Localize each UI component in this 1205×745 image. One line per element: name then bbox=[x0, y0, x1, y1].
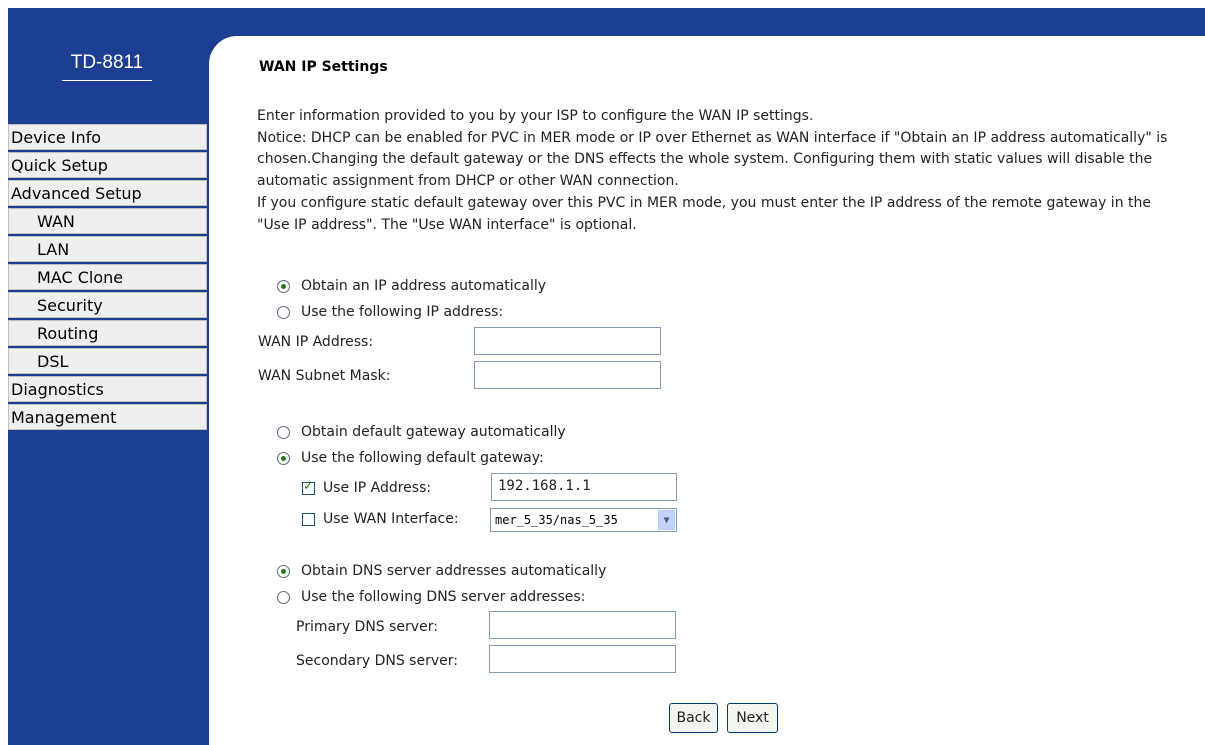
primary-dns-label: Primary DNS server: bbox=[296, 619, 438, 635]
back-button[interactable]: Back bbox=[669, 703, 718, 733]
sidebar-menu: Device Info Quick Setup Advanced Setup W… bbox=[8, 124, 207, 432]
ip-manual-label: Use the following IP address: bbox=[301, 304, 504, 320]
gateway-manual-option[interactable]: Use the following default gateway: bbox=[277, 450, 544, 466]
secondary-dns-input[interactable] bbox=[489, 645, 676, 673]
top-banner bbox=[209, 8, 1205, 36]
sidebar-item-lan[interactable]: LAN bbox=[8, 236, 207, 262]
ip-manual-option[interactable]: Use the following IP address: bbox=[277, 304, 503, 320]
description-intro: Enter information provided to you by you… bbox=[257, 108, 814, 124]
wan-ip-input[interactable] bbox=[474, 327, 661, 355]
use-ip-address-checkbox[interactable] bbox=[302, 479, 315, 495]
sidebar-item-diagnostics[interactable]: Diagnostics bbox=[8, 376, 207, 402]
sidebar-item-quick-setup[interactable]: Quick Setup bbox=[8, 152, 207, 178]
sidebar-item-advanced-setup[interactable]: Advanced Setup bbox=[8, 180, 207, 206]
sidebar-item-dsl[interactable]: DSL bbox=[8, 348, 207, 374]
ip-auto-radio[interactable] bbox=[277, 279, 290, 293]
wan-interface-select[interactable]: mer_5_35/nas_5_35 ▼ bbox=[490, 508, 677, 532]
ip-auto-option[interactable]: Obtain an IP address automatically bbox=[277, 278, 546, 294]
use-wan-interface-checkbox[interactable] bbox=[302, 512, 315, 526]
wan-interface-selected-value: mer_5_35/nas_5_35 bbox=[495, 513, 618, 527]
chevron-down-icon[interactable]: ▼ bbox=[658, 510, 675, 530]
dns-manual-label: Use the following DNS server addresses: bbox=[301, 589, 586, 605]
ip-auto-label: Obtain an IP address automatically bbox=[301, 278, 547, 294]
dns-manual-option[interactable]: Use the following DNS server addresses: bbox=[277, 589, 585, 605]
window-frame-top bbox=[0, 0, 1205, 8]
device-model-logo: TD-8811 bbox=[62, 52, 152, 81]
page-title: WAN IP Settings bbox=[259, 59, 388, 75]
content-area-lower bbox=[209, 76, 249, 745]
dns-auto-label: Obtain DNS server addresses automaticall… bbox=[301, 563, 607, 579]
gateway-auto-radio[interactable] bbox=[277, 425, 290, 439]
sidebar-item-mac-clone[interactable]: MAC Clone bbox=[8, 264, 207, 290]
secondary-dns-label: Secondary DNS server: bbox=[296, 653, 458, 669]
wan-ip-label: WAN IP Address: bbox=[258, 334, 374, 350]
ip-manual-radio[interactable] bbox=[277, 305, 290, 319]
use-ip-address-option[interactable]: Use IP Address: bbox=[302, 479, 432, 496]
dns-manual-radio[interactable] bbox=[277, 590, 290, 604]
sidebar-item-wan[interactable]: WAN bbox=[8, 208, 207, 234]
use-wan-interface-option[interactable]: Use WAN Interface: bbox=[302, 511, 459, 527]
description-notice: Notice: DHCP can be enabled for PVC in M… bbox=[257, 129, 1168, 190]
use-wan-interface-label: Use WAN Interface: bbox=[323, 511, 459, 527]
dns-auto-option[interactable]: Obtain DNS server addresses automaticall… bbox=[277, 563, 606, 579]
sidebar-item-device-info[interactable]: Device Info bbox=[8, 124, 207, 150]
sidebar-item-security[interactable]: Security bbox=[8, 292, 207, 318]
description-gateway-note: If you configure static default gateway … bbox=[257, 194, 1151, 233]
next-button[interactable]: Next bbox=[727, 703, 778, 733]
window-frame-left bbox=[0, 0, 8, 745]
dns-auto-radio[interactable] bbox=[277, 564, 290, 578]
gateway-auto-option[interactable]: Obtain default gateway automatically bbox=[277, 424, 566, 440]
gateway-manual-radio[interactable] bbox=[277, 451, 290, 465]
wan-subnet-mask-input[interactable] bbox=[474, 361, 661, 389]
sidebar-item-routing[interactable]: Routing bbox=[8, 320, 207, 346]
gateway-manual-label: Use the following default gateway: bbox=[301, 450, 544, 466]
wan-subnet-mask-label: WAN Subnet Mask: bbox=[258, 368, 391, 384]
primary-dns-input[interactable] bbox=[489, 611, 676, 639]
use-ip-address-label: Use IP Address: bbox=[323, 480, 432, 496]
description: Enter information provided to you by you… bbox=[257, 106, 1187, 236]
gateway-auto-label: Obtain default gateway automatically bbox=[301, 424, 566, 440]
sidebar-item-management[interactable]: Management bbox=[8, 404, 207, 430]
gateway-ip-input[interactable]: 192.168.1.1 bbox=[491, 473, 677, 501]
